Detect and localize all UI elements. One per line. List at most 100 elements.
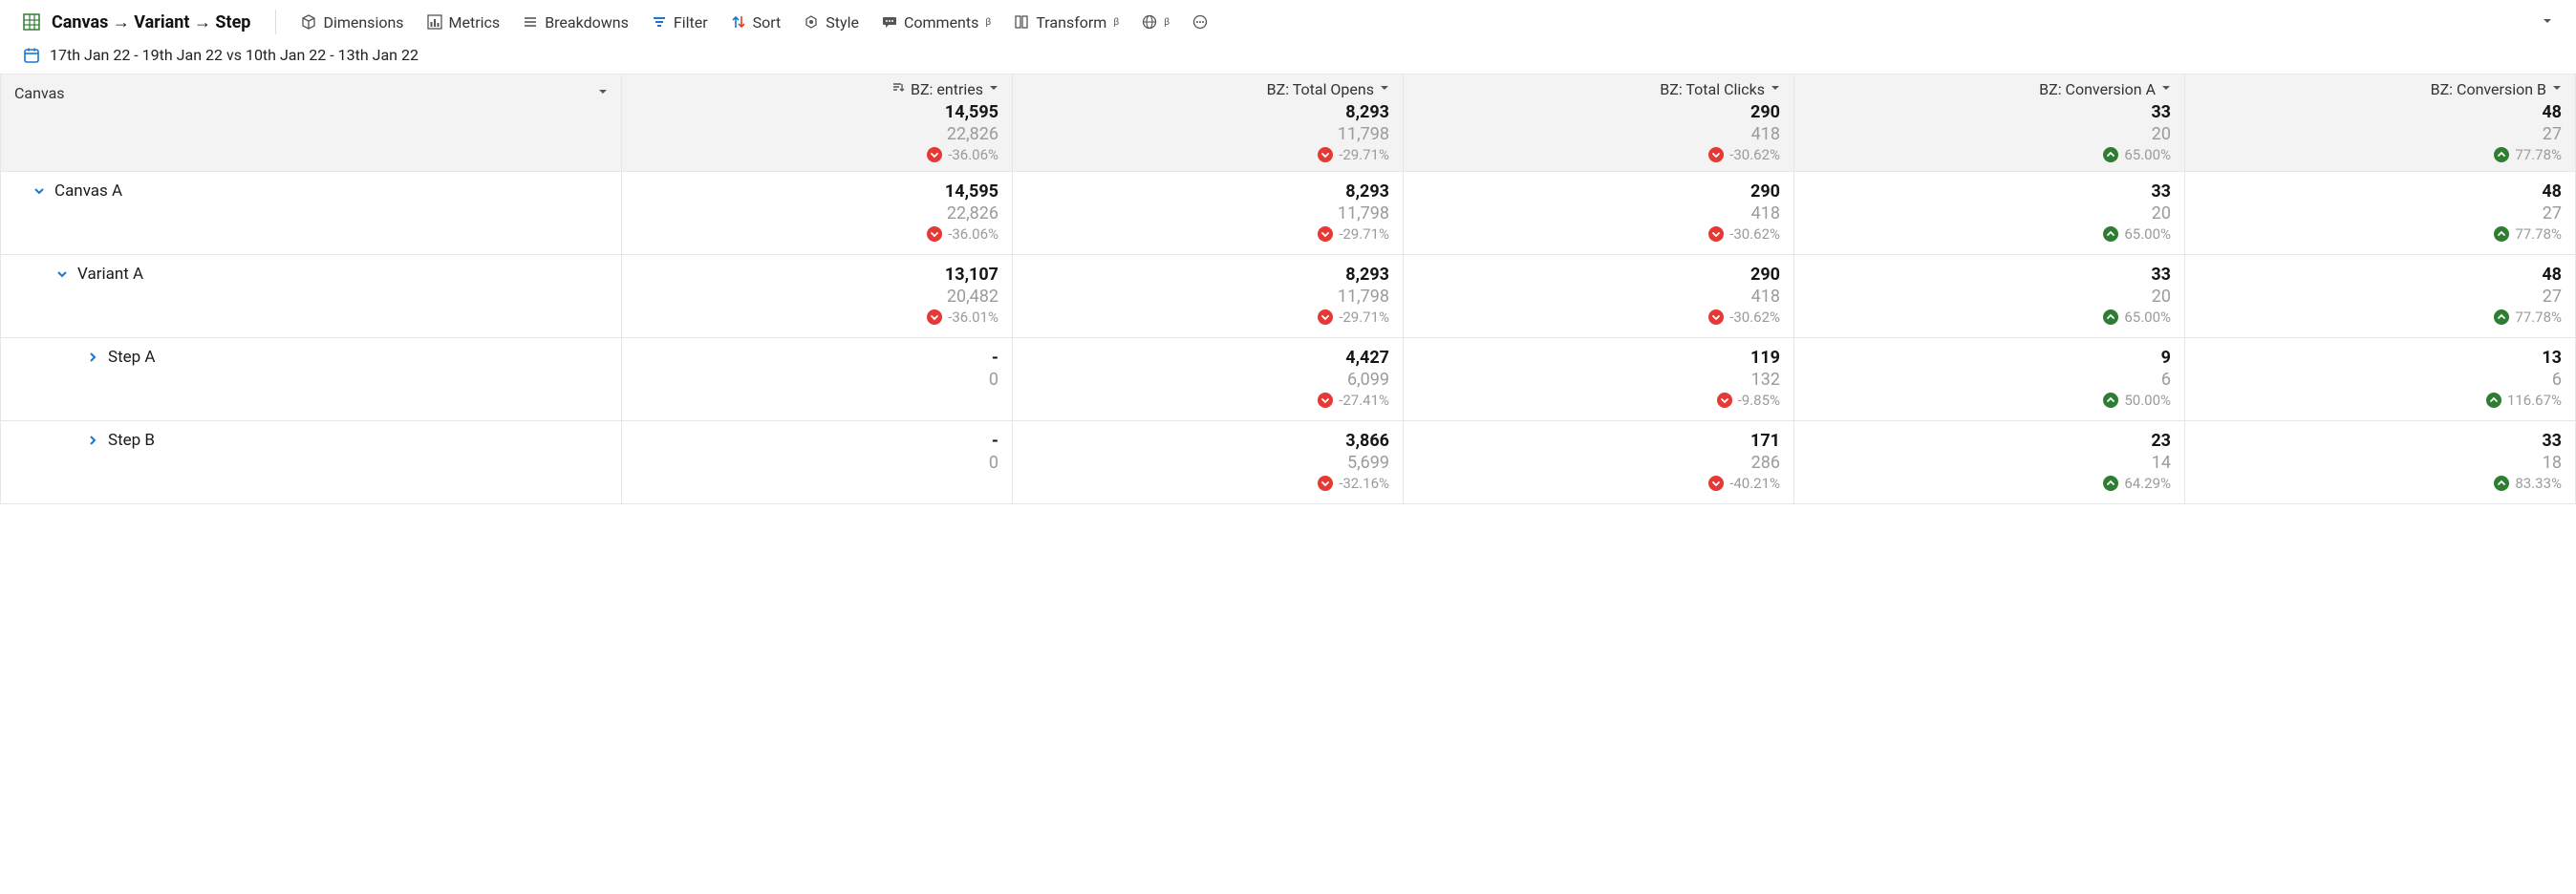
metric-header[interactable]: BZ: Total Clicks 290 418 -30.62% xyxy=(1404,74,1794,172)
transform-button[interactable]: Transformβ xyxy=(1014,13,1119,32)
metric-header[interactable]: BZ: entries 14,595 22,826 -36.06% xyxy=(622,74,1013,172)
collapse-toolbar-caret[interactable] xyxy=(2542,15,2553,30)
down-badge-icon xyxy=(1318,147,1333,162)
cell-delta: -36.06% xyxy=(635,225,998,243)
metric-comparison-value: 27 xyxy=(2199,124,2562,144)
metric-comparison-value: 22,826 xyxy=(635,124,998,144)
caret-down-icon xyxy=(2552,83,2562,96)
calendar-icon[interactable] xyxy=(23,47,40,64)
metric-delta: -30.62% xyxy=(1417,146,1780,163)
dim-cell[interactable]: Canvas A xyxy=(1,172,622,255)
cell-primary-value: 33 xyxy=(2199,431,2562,451)
down-badge-icon xyxy=(1708,147,1724,162)
down-badge-icon xyxy=(1717,393,1732,408)
metric-cell: 33 20 65.00% xyxy=(1794,255,2185,338)
dim-cell[interactable]: Variant A xyxy=(1,255,622,338)
cell-comparison-value: 132 xyxy=(1417,370,1780,390)
cell-primary-value: 4,427 xyxy=(1026,348,1389,368)
metric-cell: - 0 xyxy=(622,421,1013,504)
metric-cell: 33 18 83.33% xyxy=(2185,421,2576,504)
style-button[interactable]: Style xyxy=(804,13,859,32)
cell-delta: 65.00% xyxy=(1808,225,2171,243)
filter-button[interactable]: Filter xyxy=(652,13,708,32)
metric-cell: 171 286 -40.21% xyxy=(1404,421,1794,504)
cell-comparison-value: 0 xyxy=(635,453,998,473)
breadcrumb-title[interactable]: Canvas → Variant → Step xyxy=(52,12,250,32)
sort-button[interactable]: Sort xyxy=(731,13,782,32)
title-wrap: Canvas → Variant → Step xyxy=(23,12,250,32)
globe-button[interactable]: β xyxy=(1142,14,1170,30)
toolbar-divider xyxy=(275,10,276,34)
table-row: Step A - 0 4,427 6,099 -27.41% 119 132 -… xyxy=(1,338,2576,421)
cell-primary-value: - xyxy=(635,348,998,368)
row-label: Variant A xyxy=(77,265,143,284)
cell-delta: -30.62% xyxy=(1417,225,1780,243)
metric-primary-value: 8,293 xyxy=(1026,102,1389,122)
up-badge-icon xyxy=(2103,393,2118,408)
comments-button[interactable]: Commentsβ xyxy=(882,13,991,32)
down-badge-icon xyxy=(1318,309,1333,325)
table-row: Step B - 0 3,866 5,699 -32.16% 171 286 -… xyxy=(1,421,2576,504)
cell-primary-value: 13,107 xyxy=(635,265,998,285)
metric-primary-value: 33 xyxy=(1808,102,2171,122)
transform-icon xyxy=(1014,14,1029,30)
cell-primary-value: 119 xyxy=(1417,348,1780,368)
up-badge-icon xyxy=(2103,147,2118,162)
sort-desc-icon xyxy=(891,81,905,98)
metric-label: BZ: Total Clicks xyxy=(1660,80,1765,98)
metric-header[interactable]: BZ: Conversion B 48 27 77.78% xyxy=(2185,74,2576,172)
cell-primary-value: 290 xyxy=(1417,181,1780,202)
down-badge-icon xyxy=(927,309,942,325)
metrics-icon xyxy=(427,14,442,30)
cell-delta: -36.01% xyxy=(635,309,998,326)
metric-cell: 290 418 -30.62% xyxy=(1404,255,1794,338)
cell-comparison-value: 6 xyxy=(1808,370,2171,390)
date-range-text[interactable]: 17th Jan 22 - 19th Jan 22 vs 10th Jan 22… xyxy=(50,46,419,64)
cell-delta: 77.78% xyxy=(2199,225,2562,243)
chevron-right-icon[interactable] xyxy=(85,433,100,448)
metrics-label: Metrics xyxy=(449,13,501,32)
cell-comparison-value: 6,099 xyxy=(1026,370,1389,390)
more-button[interactable] xyxy=(1192,14,1208,30)
dim-cell[interactable]: Step A xyxy=(1,338,622,421)
cell-primary-value: 48 xyxy=(2199,181,2562,202)
metric-cell: 290 418 -30.62% xyxy=(1404,172,1794,255)
down-badge-icon xyxy=(1318,226,1333,242)
cell-delta: 64.29% xyxy=(1808,475,2171,492)
metric-delta: -36.06% xyxy=(635,146,998,163)
up-badge-icon xyxy=(2494,476,2509,491)
cell-delta: -30.62% xyxy=(1417,309,1780,326)
cell-comparison-value: 0 xyxy=(635,370,998,390)
cell-primary-value: 9 xyxy=(1808,348,2171,368)
metrics-button[interactable]: Metrics xyxy=(427,13,501,32)
cell-delta: -29.71% xyxy=(1026,309,1389,326)
cell-delta: 83.33% xyxy=(2199,475,2562,492)
metric-cell: 119 132 -9.85% xyxy=(1404,338,1794,421)
metric-primary-value: 290 xyxy=(1417,102,1780,122)
cube-icon xyxy=(301,14,316,30)
cell-comparison-value: 27 xyxy=(2199,287,2562,307)
dim-header[interactable]: Canvas xyxy=(1,74,622,172)
breakdowns-button[interactable]: Breakdowns xyxy=(523,13,629,32)
cell-delta: 116.67% xyxy=(2199,392,2562,409)
beta-badge: β xyxy=(1113,17,1119,28)
dim-cell[interactable]: Step B xyxy=(1,421,622,504)
caret-down-icon xyxy=(1771,83,1780,96)
cell-primary-value: 33 xyxy=(1808,265,2171,285)
down-badge-icon xyxy=(927,147,942,162)
dimensions-button[interactable]: Dimensions xyxy=(301,13,403,32)
metric-header[interactable]: BZ: Total Opens 8,293 11,798 -29.71% xyxy=(1013,74,1404,172)
sort-icon xyxy=(731,14,746,30)
cell-delta: -29.71% xyxy=(1026,225,1389,243)
up-badge-icon xyxy=(2494,309,2509,325)
down-badge-icon xyxy=(927,226,942,242)
toolbar: Canvas → Variant → Step Dimensions Metri… xyxy=(0,0,2576,42)
style-icon xyxy=(804,14,819,30)
metric-header[interactable]: BZ: Conversion A 33 20 65.00% xyxy=(1794,74,2185,172)
chevron-right-icon[interactable] xyxy=(85,350,100,365)
cell-comparison-value: 286 xyxy=(1417,453,1780,473)
chevron-down-icon[interactable] xyxy=(32,183,47,199)
row-label: Step A xyxy=(108,348,156,367)
chevron-down-icon[interactable] xyxy=(54,266,70,282)
cell-primary-value: 48 xyxy=(2199,265,2562,285)
